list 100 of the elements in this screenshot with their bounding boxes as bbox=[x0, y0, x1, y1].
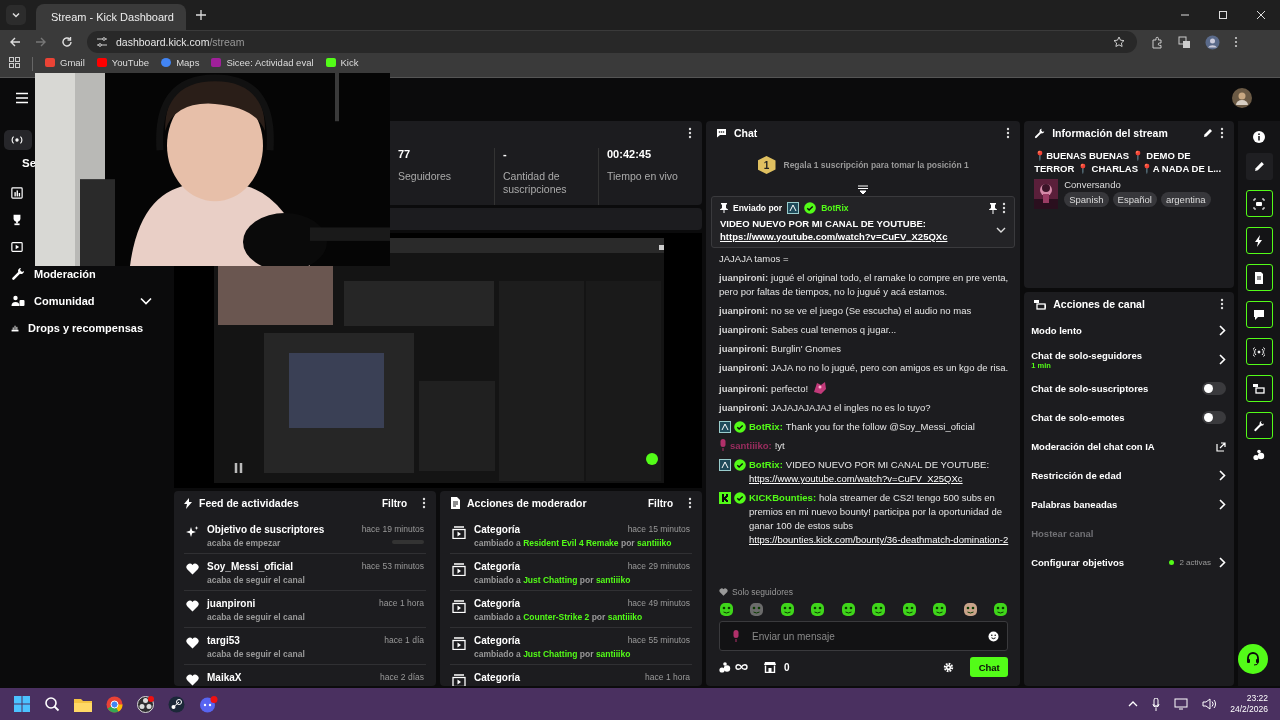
site-settings-icon[interactable] bbox=[96, 36, 108, 48]
emote-icon[interactable] bbox=[993, 602, 1009, 617]
tag-chip[interactable]: Spanish bbox=[1064, 192, 1109, 207]
sidebar-item[interactable] bbox=[4, 129, 32, 150]
chevron-right-icon[interactable] bbox=[1219, 470, 1226, 481]
tag-chip[interactable]: argentina bbox=[1160, 192, 1211, 207]
menu-icon[interactable] bbox=[15, 92, 29, 104]
chevron-right-icon[interactable] bbox=[1219, 499, 1226, 510]
chevron-right-icon[interactable] bbox=[1219, 325, 1226, 336]
channel-action-label[interactable]: Configurar objetivos bbox=[1031, 557, 1125, 568]
toggle-switch[interactable] bbox=[1202, 411, 1226, 424]
rail-button[interactable] bbox=[1245, 264, 1273, 291]
chat-link[interactable]: https://www.youtube.com/watch?v=CuFV_X25QXc bbox=[720, 231, 991, 242]
category-name[interactable]: Conversando bbox=[1064, 179, 1211, 190]
store-icon[interactable] bbox=[764, 661, 776, 673]
bookmark-link[interactable]: Maps bbox=[161, 57, 200, 68]
tag-chip[interactable]: Español bbox=[1112, 192, 1157, 207]
steam-icon[interactable] bbox=[168, 695, 185, 713]
back-icon[interactable] bbox=[9, 36, 21, 48]
support-button[interactable] bbox=[1238, 644, 1268, 674]
sidebar-item[interactable]: Comunidad bbox=[4, 290, 166, 311]
more-icon[interactable] bbox=[688, 127, 692, 139]
chat-link[interactable]: https://www.youtube.com/watch?v=CuFV_X25QXc bbox=[749, 472, 963, 486]
emote-icon[interactable] bbox=[871, 602, 887, 617]
sidebar-item[interactable]: Drops y recompensas bbox=[4, 317, 166, 338]
tab-list-button[interactable] bbox=[6, 5, 26, 25]
chat-send-button[interactable]: Chat bbox=[970, 657, 1009, 677]
emote-icon[interactable] bbox=[719, 602, 734, 617]
more-icon[interactable] bbox=[1006, 127, 1011, 139]
forward-icon[interactable] bbox=[35, 36, 47, 48]
profile-icon[interactable] bbox=[1205, 34, 1220, 50]
chat-app-icon[interactable] bbox=[199, 695, 218, 713]
clock-time[interactable]: 23:22 bbox=[1246, 693, 1268, 704]
external-link-icon[interactable] bbox=[1216, 441, 1226, 452]
pencil-icon[interactable] bbox=[1203, 128, 1213, 138]
emote-icon[interactable] bbox=[901, 602, 917, 617]
more-icon[interactable] bbox=[688, 497, 692, 509]
message-input[interactable]: Enviar un mensaje bbox=[750, 629, 979, 643]
emote-icon[interactable] bbox=[779, 602, 795, 617]
channel-action-label[interactable]: Chat de solo-seguidores bbox=[1031, 349, 1143, 361]
filter-button[interactable]: Filtro bbox=[382, 497, 415, 509]
scroll-down-icon[interactable] bbox=[857, 185, 870, 194]
rail-button[interactable] bbox=[1245, 227, 1273, 254]
emote-icon[interactable] bbox=[840, 602, 856, 617]
bookmark-link[interactable]: Sicee: Actividad eval bbox=[211, 57, 314, 68]
rail-button[interactable] bbox=[1245, 301, 1273, 328]
bookmark-link[interactable]: Gmail bbox=[45, 57, 85, 68]
browser-icon[interactable] bbox=[106, 695, 123, 713]
windows-start-icon[interactable] bbox=[14, 696, 30, 712]
clock-date[interactable]: 24/2/2026 bbox=[1230, 704, 1268, 715]
channel-action-label[interactable]: Restricción de edad bbox=[1031, 470, 1122, 481]
emote-icon[interactable] bbox=[932, 602, 948, 617]
volume-icon[interactable] bbox=[1202, 698, 1217, 710]
emoji-icon[interactable] bbox=[988, 630, 1000, 642]
chevron-right-icon[interactable] bbox=[1219, 354, 1226, 365]
search-icon[interactable] bbox=[44, 696, 60, 712]
rail-button[interactable] bbox=[1245, 190, 1273, 217]
emote-icon[interactable] bbox=[962, 602, 978, 617]
message-box[interactable]: Enviar un mensaje bbox=[719, 621, 1009, 651]
edit-button[interactable] bbox=[1245, 153, 1273, 180]
network-icon[interactable] bbox=[1174, 698, 1189, 710]
emote-icon[interactable] bbox=[810, 602, 826, 617]
reload-icon[interactable] bbox=[61, 36, 73, 48]
pin-icon[interactable] bbox=[989, 202, 998, 214]
bookmark-link[interactable]: YouTube bbox=[96, 57, 150, 68]
channel-action-label[interactable]: Modo lento bbox=[1031, 325, 1082, 336]
pinned-username[interactable]: BotRix bbox=[821, 203, 849, 213]
points-icon[interactable] bbox=[1253, 449, 1265, 461]
bookmark-link[interactable]: Kick bbox=[325, 57, 359, 68]
extensions-icon[interactable] bbox=[1151, 35, 1164, 49]
rail-button[interactable] bbox=[1245, 338, 1273, 365]
channel-action-label[interactable]: Moderación del chat con IA bbox=[1031, 441, 1155, 452]
caret-up-icon[interactable] bbox=[1128, 701, 1139, 707]
toggle-switch[interactable] bbox=[1202, 382, 1226, 395]
new-tab-icon[interactable] bbox=[196, 10, 206, 20]
chevron-right-icon[interactable] bbox=[1219, 557, 1226, 568]
recording-app-icon[interactable] bbox=[137, 695, 154, 713]
microphone-icon[interactable] bbox=[1152, 697, 1161, 711]
chat-link[interactable]: https://bounties.kick.com/bounty/36-deathmatch-domination-2 bbox=[749, 533, 1009, 547]
points-icon[interactable] bbox=[719, 661, 731, 673]
filter-button[interactable]: Filtro bbox=[648, 497, 681, 509]
browser-tab[interactable]: Stream - Kick Dashboard bbox=[36, 4, 186, 30]
address-field[interactable]: dashboard.kick.com/stream bbox=[87, 31, 1137, 53]
rail-button[interactable] bbox=[1245, 412, 1273, 439]
channel-action-label[interactable]: Chat de solo-emotes bbox=[1031, 412, 1125, 423]
apps-icon[interactable] bbox=[9, 57, 20, 68]
more-icon[interactable] bbox=[1220, 298, 1224, 310]
folder-icon[interactable] bbox=[74, 696, 92, 712]
avatar-icon[interactable] bbox=[1232, 88, 1252, 108]
promo-text[interactable]: Regala 1 suscripción para tomar la posición 1 bbox=[783, 160, 969, 170]
more-icon[interactable] bbox=[1002, 202, 1007, 214]
rail-button[interactable] bbox=[1245, 375, 1273, 402]
translate-icon[interactable] bbox=[1178, 35, 1191, 49]
chevron-down-icon[interactable] bbox=[996, 226, 1007, 234]
channel-action-label[interactable]: Palabras baneadas bbox=[1031, 499, 1118, 510]
channel-action-label[interactable]: Chat de solo-suscriptores bbox=[1031, 383, 1149, 394]
close-icon[interactable] bbox=[1256, 10, 1266, 20]
settings-icon[interactable] bbox=[943, 661, 955, 673]
maximize-icon[interactable] bbox=[1218, 10, 1228, 20]
sidebar-item[interactable]: Moderación bbox=[4, 263, 166, 284]
